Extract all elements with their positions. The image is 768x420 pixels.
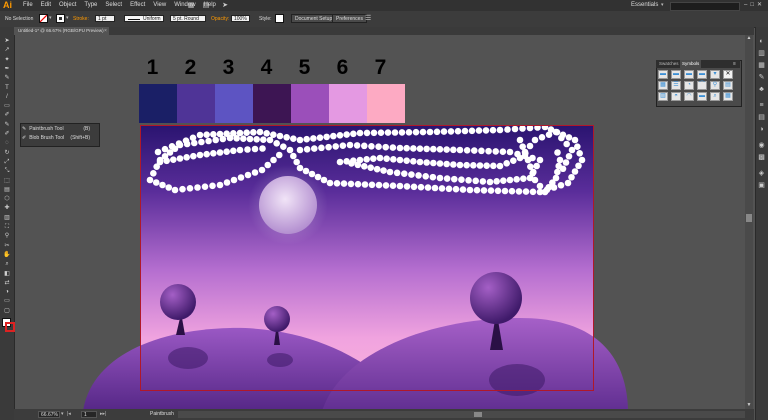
- grid-symbol-icon[interactable]: ▦: [658, 81, 668, 90]
- rainbow-symbol-icon[interactable]: ◠: [684, 92, 694, 101]
- horizontal-scroll-thumb[interactable]: [474, 412, 482, 417]
- next-artboard-icon[interactable]: ▸▸|: [100, 409, 106, 420]
- banner-symbol-icon[interactable]: ▬: [671, 70, 681, 79]
- bars-symbol-icon[interactable]: ▥: [658, 92, 668, 101]
- menu-symbol-icon[interactable]: ☰: [671, 81, 681, 90]
- calendar-symbol-icon[interactable]: ▦: [723, 92, 733, 101]
- wifi-symbol-icon[interactable]: ◓: [671, 92, 681, 101]
- arrow-symbol-icon[interactable]: ▾: [710, 70, 720, 79]
- banner-symbol-icon[interactable]: ▬: [658, 70, 668, 79]
- brushes-panel-icon[interactable]: ✎: [757, 73, 766, 82]
- stroke-panel-icon[interactable]: ≡: [757, 101, 766, 110]
- arc-symbol-icon[interactable]: ⌒: [697, 81, 707, 90]
- banner-symbol-icon[interactable]: ▬: [684, 70, 694, 79]
- tab-symbols[interactable]: Symbols: [680, 60, 702, 68]
- vertical-scrollbar[interactable]: [745, 35, 753, 409]
- artboards-panel-icon[interactable]: ▣: [757, 181, 766, 190]
- scroll-up-icon[interactable]: ▲: [746, 35, 752, 41]
- zoom-dropdown-icon[interactable]: ▾: [61, 409, 64, 420]
- color-panel-icon[interactable]: ◐: [757, 37, 766, 46]
- color-guide-icon[interactable]: ▥: [757, 49, 766, 58]
- banner-symbol-icon[interactable]: ▬: [697, 70, 707, 79]
- swatches-panel-icon[interactable]: ▦: [757, 61, 766, 70]
- tab-swatches[interactable]: Swatches: [657, 60, 681, 68]
- current-tool-status: Paintbrush: [150, 411, 174, 417]
- artboard[interactable]: [140, 125, 594, 391]
- horizontal-scrollbar[interactable]: [178, 411, 745, 418]
- symbols-panel-icon[interactable]: ♣: [757, 85, 766, 94]
- first-artboard-icon[interactable]: |◂: [67, 409, 71, 420]
- gauge-symbol-icon[interactable]: ◔: [684, 81, 694, 90]
- scroll-down-icon[interactable]: ▼: [746, 402, 752, 408]
- search-symbol-icon[interactable]: ⌕: [710, 92, 720, 101]
- zoom-field[interactable]: 66.67%: [38, 411, 60, 418]
- search-symbol-icon[interactable]: ⚲: [710, 81, 720, 90]
- close-symbol-icon[interactable]: ✕: [723, 70, 733, 79]
- graphic-styles-icon[interactable]: ▩: [757, 153, 766, 162]
- gradient-panel-icon[interactable]: ▤: [757, 113, 766, 122]
- label-symbol-icon[interactable]: ▬: [697, 92, 707, 101]
- artboard-number-field[interactable]: 1: [81, 411, 97, 418]
- layers-panel-icon[interactable]: ◈: [757, 169, 766, 178]
- list-symbol-icon[interactable]: ▤: [723, 81, 733, 90]
- vertical-scroll-thumb[interactable]: [746, 214, 752, 222]
- appearance-panel-icon[interactable]: ◉: [757, 141, 766, 150]
- panel-menu-icon[interactable]: ≡: [733, 60, 736, 68]
- transparency-panel-icon[interactable]: ◑: [757, 125, 766, 134]
